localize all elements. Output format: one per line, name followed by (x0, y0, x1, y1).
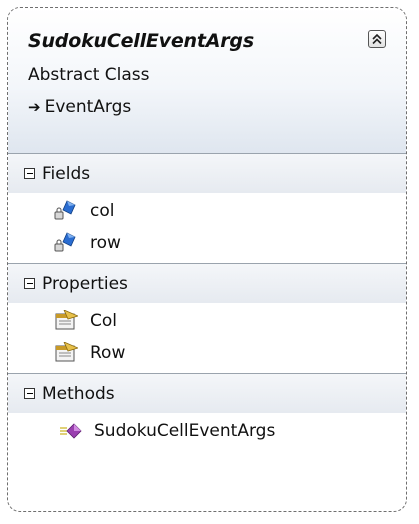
class-stereotype: Abstract Class (28, 65, 150, 85)
private-field-icon (54, 232, 76, 252)
method-item[interactable]: SudokuCellEventArgs (8, 415, 406, 447)
section-title: Methods (42, 383, 115, 404)
property-item[interactable]: Col (8, 305, 406, 337)
methods-header[interactable]: Methods (8, 373, 406, 413)
property-name: Row (90, 343, 126, 363)
class-shape[interactable]: SudokuCellEventArgs Abstract Class ➔ Eve… (7, 7, 407, 512)
collapse-button[interactable] (368, 30, 386, 48)
property-icon (55, 310, 78, 330)
fields-compartment: Fields col row (8, 153, 406, 263)
collapse-toggle-icon[interactable] (24, 168, 35, 179)
property-item[interactable]: Row (8, 337, 406, 369)
arrow-right-icon: ➔ (28, 98, 41, 116)
field-item[interactable]: col (8, 195, 406, 227)
class-header: SudokuCellEventArgs Abstract Class ➔ Eve… (8, 8, 406, 153)
base-class: ➔ EventArgs (28, 97, 131, 117)
base-class-label: EventArgs (44, 97, 132, 117)
collapse-toggle-icon[interactable] (24, 388, 35, 399)
properties-header[interactable]: Properties (8, 263, 406, 303)
field-name: row (90, 233, 121, 253)
private-field-icon (54, 200, 76, 220)
property-icon (55, 342, 78, 362)
property-name: Col (90, 311, 117, 331)
field-name: col (90, 201, 115, 221)
properties-compartment: Properties Col Row (8, 263, 406, 373)
section-title: Properties (42, 273, 128, 294)
section-title: Fields (42, 163, 91, 184)
fields-header[interactable]: Fields (8, 153, 406, 193)
double-chevron-up-icon (372, 33, 382, 45)
method-name: SudokuCellEventArgs (94, 421, 276, 441)
collapse-toggle-icon[interactable] (24, 278, 35, 289)
field-item[interactable]: row (8, 227, 406, 259)
compartments: Fields col row Properties Col Row Method… (8, 153, 406, 451)
class-name: SudokuCellEventArgs (28, 30, 254, 52)
protected-method-icon (60, 423, 82, 439)
methods-compartment: Methods SudokuCellEventArgs (8, 373, 406, 451)
